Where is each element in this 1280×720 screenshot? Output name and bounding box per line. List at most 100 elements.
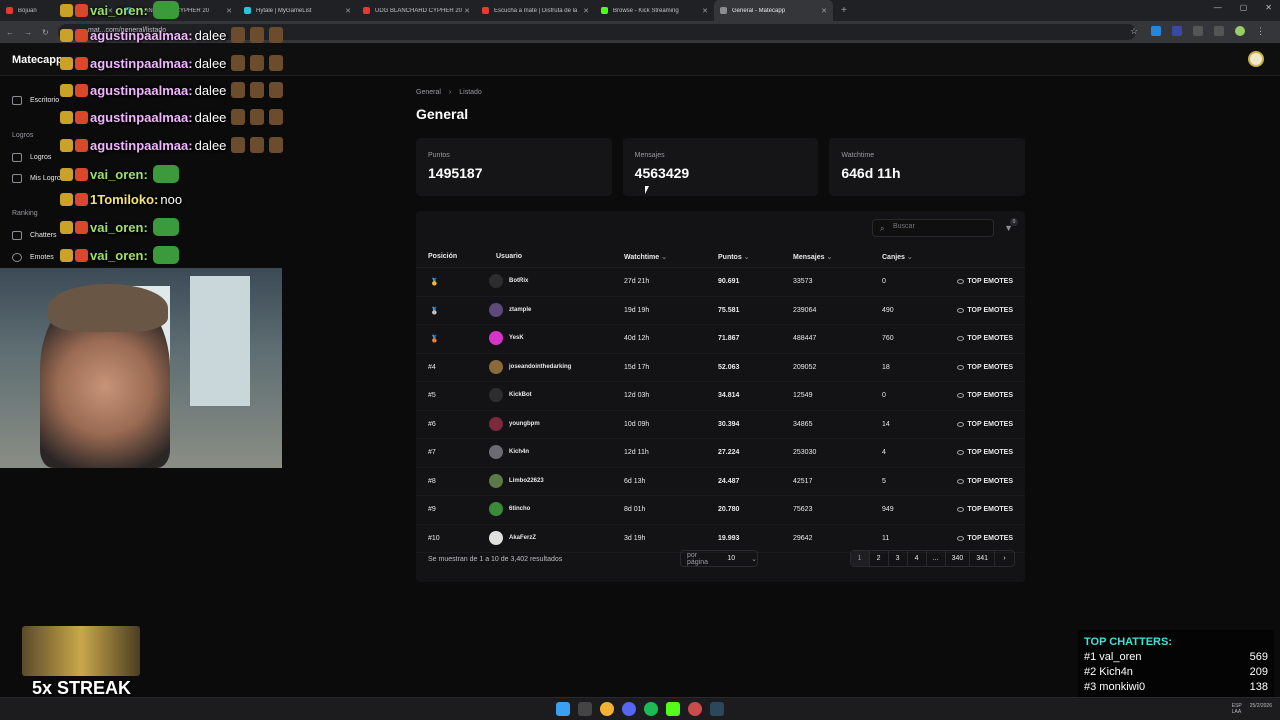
- row-puntos: 20.780: [718, 506, 740, 513]
- close-icon[interactable]: ✕: [702, 7, 708, 15]
- maximize-icon[interactable]: ▢: [1240, 3, 1248, 12]
- table-row[interactable]: #10 AkaFerzZ 3d 19h 19.993 29642 11 TOP …: [416, 525, 1025, 553]
- tab-title: UDG BLANCHARD CYPHER 20: [375, 7, 463, 14]
- row-canjes: 0: [882, 278, 886, 285]
- new-tab-icon[interactable]: +: [841, 5, 847, 16]
- medal-icon: 🥈: [430, 307, 439, 315]
- page-button[interactable]: 341: [970, 551, 995, 566]
- column-header-puntos[interactable]: Puntos ⌄: [718, 253, 750, 261]
- browser-tab[interactable]: UDG BLANCHARD CYPHER 20 ✕: [357, 0, 476, 21]
- language-indicator[interactable]: ESP LAA: [1232, 703, 1242, 715]
- row-user[interactable]: YesK: [489, 331, 524, 345]
- table-row[interactable]: #4 joseandointhedarking 15d 17h 52.063 2…: [416, 354, 1025, 382]
- chat-badge-icon: [75, 28, 88, 42]
- spotify-icon[interactable]: [644, 702, 658, 716]
- row-username: joseandointhedarking: [509, 363, 572, 370]
- close-icon[interactable]: ✕: [583, 7, 589, 15]
- chat-emote-icon: [269, 27, 284, 43]
- row-user[interactable]: 6tincho: [489, 502, 530, 516]
- table-row[interactable]: 🥉 YesK 40d 12h 71.867 488447 760 TOP EMO…: [416, 325, 1025, 354]
- row-user[interactable]: joseandointhedarking: [489, 359, 572, 374]
- top-emotes-button[interactable]: TOP EMOTES: [957, 335, 1013, 342]
- page-button[interactable]: 3: [889, 551, 908, 566]
- close-icon[interactable]: ✕: [821, 7, 827, 15]
- chat-emote-icon: [231, 109, 246, 125]
- minimize-icon[interactable]: —: [1214, 3, 1222, 12]
- user-avatar[interactable]: [1248, 51, 1264, 67]
- windows-start-icon[interactable]: [556, 702, 570, 716]
- top-emotes-label: TOP EMOTES: [967, 420, 1013, 428]
- top-emotes-button[interactable]: TOP EMOTES: [957, 478, 1013, 485]
- close-icon[interactable]: ✕: [464, 7, 470, 15]
- top-emotes-button[interactable]: TOP EMOTES: [957, 449, 1013, 456]
- avatar: [489, 302, 503, 317]
- chat-username: vai_oren:: [90, 219, 148, 235]
- row-user[interactable]: KickBot: [489, 388, 532, 402]
- extension-icon[interactable]: [1193, 26, 1203, 36]
- column-header-canjes[interactable]: Canjes ⌄: [882, 253, 913, 261]
- menu-icon[interactable]: ⋮: [1256, 26, 1266, 36]
- avatar: [489, 359, 503, 374]
- webcam-background-door: [190, 276, 250, 406]
- top-emotes-button[interactable]: TOP EMOTES: [957, 535, 1013, 542]
- top-emotes-button[interactable]: TOP EMOTES: [957, 506, 1013, 513]
- extension-icon[interactable]: [1172, 26, 1182, 36]
- per-page-select[interactable]: por página 10 ⌄: [680, 550, 758, 567]
- kick-icon[interactable]: [666, 702, 680, 716]
- next-page-icon[interactable]: ›: [995, 551, 1014, 566]
- chevron-down-icon: ⌄: [826, 254, 833, 261]
- top-emotes-button[interactable]: TOP EMOTES: [957, 307, 1013, 314]
- steam-icon[interactable]: [710, 702, 724, 716]
- row-position: #8: [428, 477, 436, 485]
- table-row[interactable]: #7 Kich4n 12d 11h 27.224 253030 4 TOP EM…: [416, 439, 1025, 468]
- table-row[interactable]: 🥈 ztample 19d 19h 75.581 239064 490 TOP …: [416, 297, 1025, 325]
- table-row[interactable]: #8 Limbo22623 6d 13h 24.487 42517 5 TOP …: [416, 468, 1025, 496]
- chrome-icon[interactable]: [600, 702, 614, 716]
- row-user[interactable]: Kich4n: [489, 445, 529, 459]
- extension-icon[interactable]: [1214, 26, 1224, 36]
- row-position: #10: [428, 534, 440, 542]
- discord-icon[interactable]: [622, 702, 636, 716]
- chat-emote-icon: [231, 55, 246, 71]
- browser-tab[interactable]: General - Matecapp ✕: [714, 0, 833, 21]
- column-header-watchtime[interactable]: Watchtime ⌄: [624, 253, 667, 261]
- row-canjes: 949: [882, 506, 894, 513]
- stat-label: Puntos: [428, 152, 450, 159]
- pagination: 1 2 3 4... 340 341 ›: [849, 550, 1015, 567]
- table-row[interactable]: #6 youngbpm 10d 09h 30.394 34865 14 TOP …: [416, 411, 1025, 439]
- top-emotes-button[interactable]: TOP EMOTES: [957, 364, 1013, 371]
- page-button[interactable]: 1: [850, 551, 870, 566]
- browser-tab[interactable]: Escucha a mate | Disfruta de la ✕: [476, 0, 595, 21]
- table-row[interactable]: 🥇 BotRix 27d 21h 90.691 33573 0 TOP EMOT…: [416, 268, 1025, 297]
- row-user[interactable]: AkaFerzZ: [489, 530, 536, 545]
- tray-clock-date[interactable]: 25/2/2026: [1250, 703, 1272, 715]
- search-icon[interactable]: [578, 702, 592, 716]
- row-mensajes: 253030: [793, 449, 817, 456]
- top-emotes-button[interactable]: TOP EMOTES: [957, 421, 1013, 428]
- chat-badge-icon: [75, 167, 88, 181]
- profile-avatar[interactable]: [1235, 26, 1245, 36]
- search-input[interactable]: [893, 223, 988, 230]
- extension-icon[interactable]: [1151, 26, 1161, 36]
- breadcrumb-item[interactable]: General: [416, 89, 441, 96]
- close-icon[interactable]: ✕: [345, 7, 351, 15]
- row-user[interactable]: BotRix: [489, 274, 528, 288]
- row-user[interactable]: youngbpm: [489, 416, 540, 431]
- filter-icon[interactable]: ▼ 0: [1004, 218, 1018, 233]
- row-user[interactable]: ztample: [489, 302, 531, 317]
- table-row[interactable]: #5 KickBot 12d 03h 34.814 12549 0 TOP EM…: [416, 382, 1025, 411]
- column-header-mensajes[interactable]: Mensajes ⌄: [793, 253, 832, 261]
- page-button[interactable]: 4: [908, 551, 927, 566]
- app-icon[interactable]: [688, 702, 702, 716]
- bookmark-star-icon[interactable]: ☆: [1130, 26, 1140, 36]
- top-emotes-button[interactable]: TOP EMOTES: [957, 392, 1013, 399]
- top-emotes-button[interactable]: TOP EMOTES: [957, 278, 1013, 285]
- close-window-icon[interactable]: ✕: [1265, 3, 1272, 12]
- column-header-label: Mensajes: [793, 254, 825, 261]
- table-row[interactable]: #9 6tincho 8d 01h 20.780 75623 949 TOP E…: [416, 496, 1025, 525]
- browser-tab[interactable]: Browse - Kick Streaming ✕: [595, 0, 714, 21]
- row-user[interactable]: Limbo22623: [489, 473, 544, 488]
- page-button[interactable]: 2: [870, 551, 889, 566]
- search-box[interactable]: ⌕: [872, 219, 994, 237]
- page-button[interactable]: 340: [946, 551, 971, 566]
